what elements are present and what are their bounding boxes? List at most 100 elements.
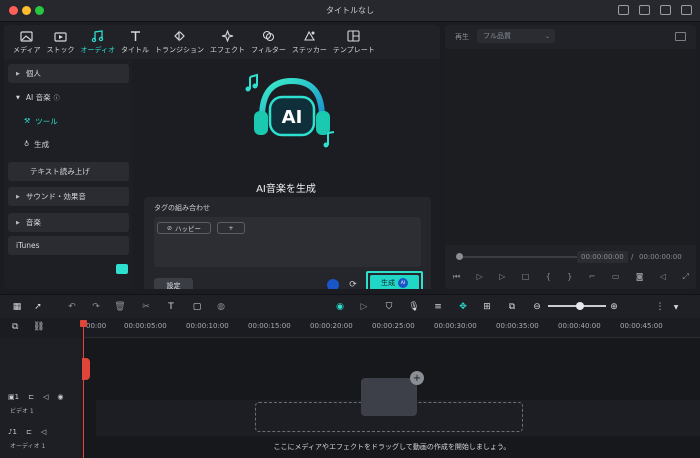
tag-chip-happy[interactable]: ⊘ ハッピー (157, 222, 211, 234)
shield-icon[interactable]: ⛉ (382, 300, 396, 314)
cut-icon[interactable]: ✂ (139, 300, 153, 314)
sidebar-item-personal[interactable]: ▶ 個人 (8, 64, 129, 83)
snapshot-icon[interactable] (675, 32, 686, 41)
wrench-icon: ⚒ (24, 117, 31, 125)
track-header-tools: ⧉ ⛓ (0, 318, 84, 338)
sidebar-item-tool[interactable]: ⚒ ツール (24, 113, 58, 129)
track-size-icon[interactable]: ⋮ (653, 300, 667, 314)
help-icon[interactable]: ⓘ (54, 93, 60, 102)
ruler-tick: 00:00:05:00 (124, 322, 167, 330)
sidebar-item-ai-music[interactable]: ▼ AI 音楽 ⓘ (8, 88, 129, 107)
tab-effects[interactable]: エフェクト (207, 25, 248, 59)
tab-sticker[interactable]: ステッカー (289, 25, 330, 59)
add-track-icon[interactable]: ⧉ (12, 322, 18, 332)
tab-template[interactable]: テンプレート (330, 25, 378, 59)
template-icon (347, 30, 360, 42)
transition-icon (173, 30, 186, 42)
sidebar-item-music[interactable]: ▶ 音楽 (8, 213, 129, 232)
settings-button[interactable]: 設定 (154, 278, 193, 289)
speaker-icon[interactable]: ◁ (43, 393, 48, 401)
sidebar-item-sound-fx[interactable]: ▶ サウンド・効果音 (8, 187, 129, 206)
microphone-icon[interactable]: 🎙 (407, 300, 421, 314)
tab-media[interactable]: メディア (10, 25, 44, 59)
text-tool-icon[interactable]: T (164, 300, 178, 314)
zoom-in-icon[interactable]: ⊕ (607, 300, 621, 314)
render-icon[interactable]: ▷ (357, 300, 371, 314)
add-tag-button[interactable]: + (217, 222, 245, 234)
timecode-separator: / (631, 253, 634, 261)
playback-scrubber[interactable] (459, 256, 579, 258)
fullscreen-icon[interactable]: ⤢ (683, 272, 689, 282)
folder-icon[interactable]: ⊏ (28, 393, 34, 401)
caret-right-icon: ▶ (16, 219, 20, 226)
volume-icon[interactable]: ◁ (660, 272, 666, 282)
save-icon[interactable] (639, 5, 650, 15)
undo-icon[interactable]: ↶ (65, 300, 79, 314)
music-note-icon (91, 30, 104, 42)
step-back-icon[interactable]: ⏮ (453, 272, 460, 282)
eye-icon[interactable]: ◉ (57, 393, 63, 401)
stop-icon[interactable]: □ (522, 272, 530, 282)
play-icon[interactable]: ▷ (477, 272, 483, 282)
generate-icon: ♁ (24, 140, 30, 148)
delete-icon[interactable]: 🗑 (113, 300, 127, 314)
play-forward-icon[interactable]: ▷ (499, 272, 505, 282)
sticker-icon (303, 30, 316, 42)
redo-icon[interactable]: ↷ (89, 300, 103, 314)
crop-icon[interactable]: ▢ (190, 300, 204, 314)
tab-title[interactable]: タイトル (118, 25, 152, 59)
layout-grid-icon[interactable]: ▦ (10, 300, 24, 314)
chevron-down-icon[interactable]: ▼ (669, 300, 683, 314)
tag-icon: ⊘ (166, 224, 173, 232)
drop-hint-text: ここにメディアやエフェクトをドラッグして動画の作成を開始しましょう。 (273, 443, 511, 451)
tag-area: ⊘ ハッピー + (154, 217, 421, 267)
color-icon[interactable]: ◍ (214, 300, 228, 314)
stock-icon (54, 30, 67, 42)
plus-icon: + (410, 371, 424, 385)
generate-button[interactable]: 生成 AI (366, 271, 423, 289)
tab-filter[interactable]: フィルター (248, 25, 289, 59)
playhead[interactable] (83, 320, 84, 458)
refresh-icon[interactable]: ⟳ (347, 279, 359, 289)
snap-icon[interactable]: ✥ (456, 300, 470, 314)
tab-stock[interactable]: ストック (44, 25, 78, 59)
camera-icon[interactable]: ◙ (636, 272, 644, 282)
layout-icon[interactable] (681, 5, 692, 15)
folder-icon[interactable]: ⊏ (26, 428, 32, 436)
speaker-icon[interactable]: ◁ (41, 428, 46, 436)
playhead-handle[interactable] (80, 320, 87, 327)
ai-assist-icon[interactable]: ◉ (333, 300, 347, 314)
ai-credits-icon[interactable] (327, 279, 339, 289)
link-icon[interactable]: ⛓ (33, 322, 44, 332)
export-icon[interactable] (660, 5, 671, 15)
collapse-sidebar-button[interactable] (116, 264, 128, 274)
playhead-tab[interactable] (82, 358, 90, 380)
sidebar-item-tts[interactable]: テキスト読み上げ (8, 162, 129, 181)
add-track-icon[interactable]: ⊞ (480, 300, 494, 314)
quality-select[interactable]: フル品質 ⌄ (477, 29, 555, 43)
mark-out-icon[interactable]: } (567, 272, 572, 282)
playback-controls: ⏮ ▷ ▷ □ { } ⌐ ▭ ◙ ◁ ⤢ (453, 272, 689, 282)
tag-combination-box: タグの組み合わせ ⊘ ハッピー + 設定 ⟳ 生成 AI (144, 197, 431, 289)
tab-transition[interactable]: トランジション (152, 25, 207, 59)
sidebar-item-generate[interactable]: ♁ 生成 (24, 136, 49, 152)
mixer-icon[interactable]: ≡ (431, 300, 445, 314)
caret-right-icon: ▶ (16, 70, 20, 77)
zoom-out-icon[interactable]: ⊖ (530, 300, 544, 314)
select-cursor-icon[interactable]: ➚ (31, 300, 45, 314)
display-icon[interactable]: ▭ (612, 272, 620, 282)
tab-audio[interactable]: オーディオ (78, 25, 119, 59)
sidebar-item-itunes[interactable]: iTunes (8, 236, 129, 255)
audio-track-icon: ♪1 (8, 428, 17, 436)
ai-badge-icon: AI (398, 278, 408, 288)
marker-icon[interactable]: ⌐ (589, 272, 596, 282)
scrubber-knob[interactable] (456, 253, 463, 260)
generate-button-inner: 生成 AI (370, 275, 419, 289)
timeline-ruler[interactable]: 00:00 00:00:05:00 00:00:10:00 00:00:15:0… (84, 318, 700, 338)
mark-in-icon[interactable]: { (546, 272, 551, 282)
screen-icon[interactable] (618, 5, 629, 15)
video-track-controls: ▣1 ⊏ ◁ ◉ (8, 393, 63, 401)
insert-icon[interactable]: ⧉ (505, 300, 519, 314)
timeline-area[interactable]: + ここにメディアやエフェクトをドラッグして動画の作成を開始しましょう。 (84, 338, 700, 458)
zoom-slider-knob[interactable] (576, 302, 584, 310)
